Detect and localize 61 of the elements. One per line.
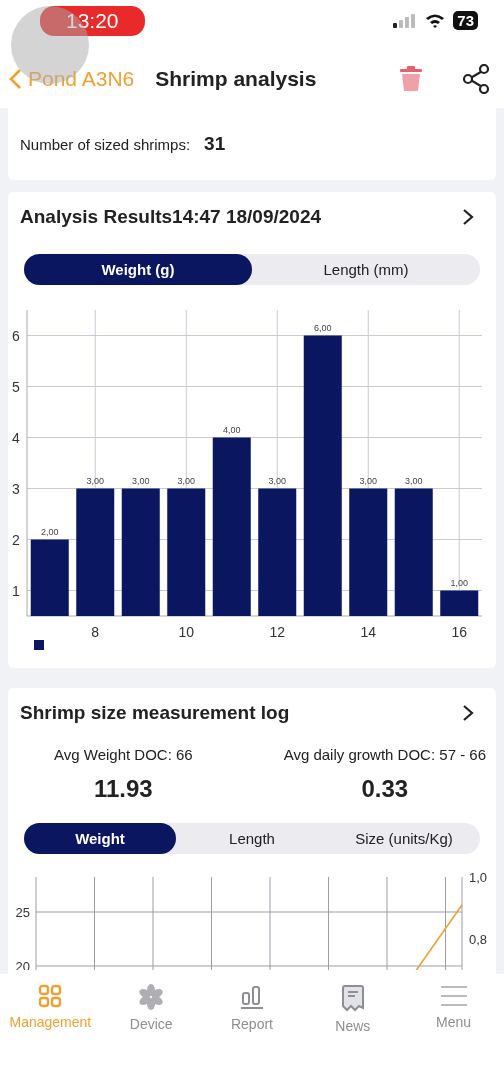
bar-value-label: 4,00 [223,424,241,435]
bar-value-label: 6,00 [314,322,332,333]
x-tick-label: 14 [360,624,377,640]
bar-value-label: 3,00 [359,475,377,486]
signal-icon [393,13,418,28]
x-tick-label: 10 [178,624,195,640]
page-title: Shrimp analysis [155,67,318,91]
tab-bar-item[interactable]: Management [0,982,101,1038]
sized-count-label: Number of sized shrimps: [20,135,191,153]
y-tick-label: 0,8 [469,932,488,947]
y-tick-label: 3 [12,480,20,497]
y-tick-label: 1,0 [469,870,488,885]
chevron-left-icon[interactable] [8,68,22,90]
sized-count-value: 31 [204,133,226,155]
tab-bar-item[interactable]: Menu [403,982,504,1038]
segment-tab[interactable]: Weight (g) [24,254,252,285]
segment-tab[interactable]: Length (mm) [252,254,480,285]
y-tick-label: 2 [12,531,20,548]
tab-bar-item[interactable]: Report [201,982,303,1038]
stat-label: Avg daily growth DOC: 57 - 66 [283,746,486,763]
y-tick-label: 6 [12,327,20,344]
bar-value-label: 3,00 [132,475,150,486]
x-tick-label: 8 [91,624,100,640]
bar-value-label: 1,00 [450,577,468,588]
bar [440,590,479,616]
back-button[interactable]: Pond A3N6 [8,67,135,91]
chevron-right-icon[interactable] [462,208,474,226]
legend-swatch [34,640,44,650]
stat-value: 0.33 [361,775,409,803]
stat-value: 11.93 [93,775,153,803]
growth-line [414,904,463,970]
status-time: 13:20 [40,5,145,36]
y-tick-label: 1 [12,582,20,599]
grid-icon[interactable] [38,984,63,1008]
tab-bar-item[interactable]: News [302,982,404,1038]
y-tick-label: 25 [15,905,30,920]
bar-chart-icon[interactable] [239,984,265,1010]
section-title: Shrimp size measurement log [20,702,290,724]
battery-level: 73 [453,11,478,30]
bar-value-label: 3,00 [177,475,195,486]
chevron-right-icon[interactable] [462,704,474,722]
flower-icon[interactable] [138,984,165,1010]
share-icon[interactable] [462,64,490,94]
stat-label: Avg Weight DOC: 66 [54,746,193,763]
segment-tab[interactable]: Length [176,823,328,854]
bar-value-label: 3,00 [405,475,423,486]
receipt-icon[interactable] [339,984,366,1012]
y-tick-label: 4 [12,429,20,446]
menu-icon[interactable] [439,984,468,1008]
segment-tab[interactable]: Weight [24,823,176,854]
x-tick-label: 12 [269,624,286,640]
bar-value-label: 2,00 [41,526,59,537]
trash-icon[interactable] [400,66,422,92]
x-tick-label: 16 [451,624,468,640]
bar-value-label: 3,00 [86,475,104,486]
section-title: Analysis Results14:47 18/09/2024 [20,206,322,228]
tab-bar-item[interactable]: Device [100,982,202,1038]
segment-tab[interactable]: Size (units/Kg) [328,823,480,854]
wifi-icon [425,13,446,28]
y-tick-label: 5 [12,378,20,395]
bar-value-label: 3,00 [268,475,286,486]
